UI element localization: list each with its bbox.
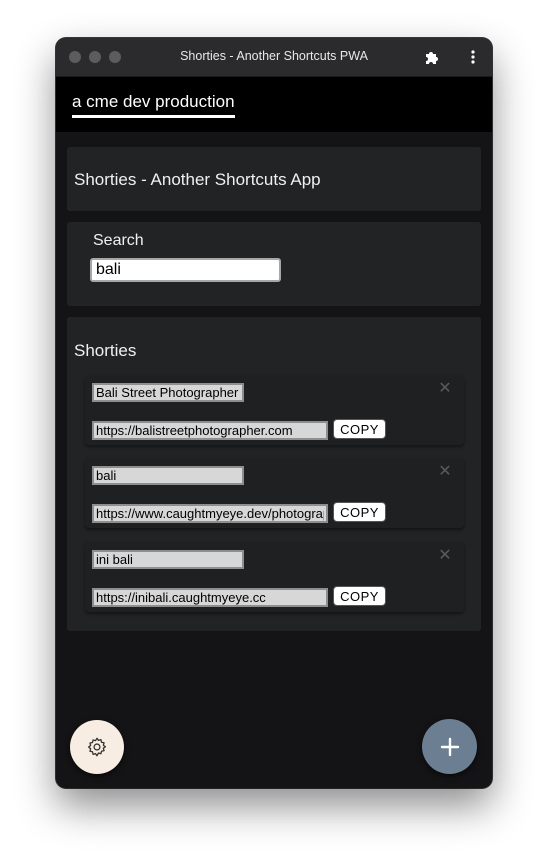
shortie-item: ✕ COPY	[85, 375, 464, 445]
browser-window: Shorties - Another Shortcuts PWA a cme d…	[56, 38, 492, 788]
app-title: Shorties - Another Shortcuts App	[74, 170, 321, 189]
shortie-url-input[interactable]	[92, 421, 328, 440]
shortie-name-input[interactable]	[92, 466, 244, 485]
shorties-card: Shorties ✕ COPY ✕ COPY ✕ COPY	[67, 317, 481, 631]
close-icon[interactable]: ✕	[437, 464, 453, 480]
app-header: a cme dev production	[56, 77, 492, 132]
shortie-url-input[interactable]	[92, 504, 328, 523]
search-card: Search	[67, 222, 481, 306]
shortie-name-input[interactable]	[92, 550, 244, 569]
search-label: Search	[93, 232, 144, 249]
puzzle-icon[interactable]	[424, 49, 440, 65]
settings-button[interactable]	[70, 720, 124, 774]
shortie-item: ✕ COPY	[85, 458, 464, 528]
close-icon[interactable]: ✕	[437, 548, 453, 564]
add-shortie-button[interactable]	[422, 719, 477, 774]
copy-button[interactable]: COPY	[333, 502, 386, 522]
search-input[interactable]	[90, 258, 281, 282]
title-bar: Shorties - Another Shortcuts PWA	[56, 38, 492, 77]
copy-button[interactable]: COPY	[333, 419, 386, 439]
brand-link[interactable]: a cme dev production	[72, 92, 235, 118]
app-title-card: Shorties - Another Shortcuts App	[67, 147, 481, 211]
shorties-title: Shorties	[74, 341, 137, 360]
copy-button[interactable]: COPY	[333, 586, 386, 606]
shortie-item: ✕ COPY	[85, 542, 464, 612]
shortie-name-input[interactable]	[92, 383, 244, 402]
more-vertical-icon[interactable]	[466, 49, 480, 65]
shortie-url-input[interactable]	[92, 588, 328, 607]
close-icon[interactable]: ✕	[437, 381, 453, 397]
